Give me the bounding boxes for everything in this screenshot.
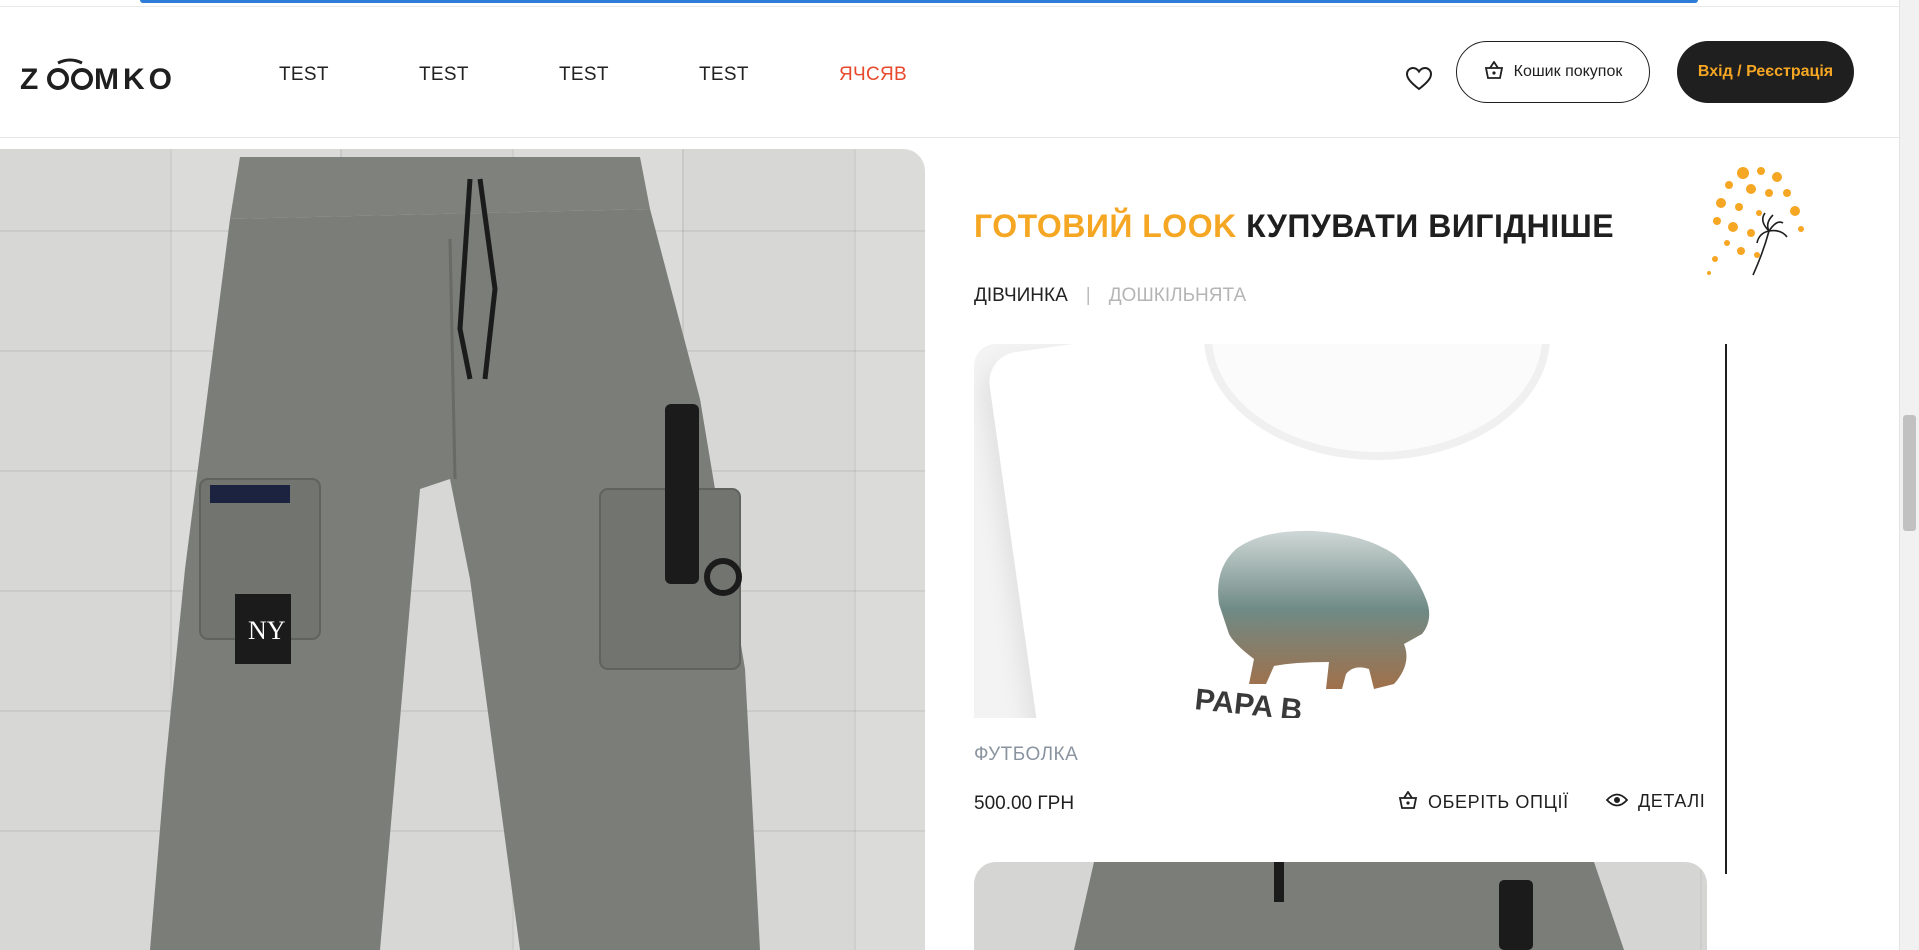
site-header: Z MKO TEST TEST TEST TEST ЯЧСЯВ Кошик по… (0, 7, 1900, 138)
section-title-rest: КУПУВАТИ ВИГІДНІШЕ (1236, 208, 1615, 244)
choose-options-label: ОБЕРІТЬ ОПЦІЇ (1428, 792, 1569, 812)
crumb-separator: | (1085, 285, 1091, 306)
choose-options-button[interactable]: ОБЕРІТЬ ОПЦІЇ (1398, 790, 1569, 814)
page-scrollbar[interactable] (1899, 0, 1919, 950)
tshirt-print-text: PAPA B (1193, 683, 1304, 718)
browser-progress-bar (140, 0, 1698, 3)
product-image[interactable]: PAPA B (974, 344, 1707, 718)
nav-item-highlight[interactable]: ЯЧСЯВ (839, 64, 979, 86)
carousel-scroll-track[interactable] (1725, 344, 1727, 874)
nav-item-test-3[interactable]: TEST (559, 64, 699, 86)
svg-text:Z: Z (20, 63, 42, 96)
dandelion-decoration-icon (1703, 163, 1813, 281)
logo-mark: Z MKO (20, 58, 176, 96)
crumb-preschool[interactable]: ДОШКІЛЬНЯТА (1109, 285, 1246, 307)
section-title-accent: ГОТОВИЙ LOOK (974, 208, 1237, 244)
scrollbar-thumb[interactable] (1903, 415, 1916, 531)
svg-text:MKO: MKO (94, 63, 176, 96)
eye-icon (1605, 791, 1629, 812)
cart-button[interactable]: Кошик покупок (1456, 41, 1650, 103)
nav-item-test-1[interactable]: TEST (279, 64, 419, 86)
basket-icon (1484, 59, 1504, 84)
product-price: 500.00 ГРН (974, 793, 1075, 814)
login-register-button[interactable]: Вхід / Реєстрація (1677, 41, 1854, 103)
logo[interactable]: Z MKO (20, 57, 180, 97)
product-image-2[interactable] (974, 862, 1707, 950)
crumb-girl[interactable]: ДІВЧИНКА (974, 285, 1068, 307)
product-name[interactable]: ФУТБОЛКА (974, 744, 1078, 766)
heart-icon[interactable] (1405, 66, 1433, 91)
basket-icon (1398, 790, 1418, 814)
section-title: ГОТОВИЙ LOOK КУПУВАТИ ВИГІДНІШЕ (974, 208, 1614, 245)
cart-button-label: Кошик покупок (1513, 63, 1623, 80)
nav-item-test-4[interactable]: TEST (699, 64, 839, 86)
details-label: ДЕТАЛІ (1638, 791, 1706, 811)
details-button[interactable]: ДЕТАЛІ (1605, 791, 1706, 812)
main-nav: TEST TEST TEST TEST ЯЧСЯВ (279, 64, 979, 86)
svg-text:NY: NY (248, 616, 286, 645)
nav-item-test-2[interactable]: TEST (419, 64, 559, 86)
hero-product-image: NY (0, 149, 925, 950)
look-breadcrumb: ДІВЧИНКА | ДОШКІЛЬНЯТА (974, 285, 1246, 307)
